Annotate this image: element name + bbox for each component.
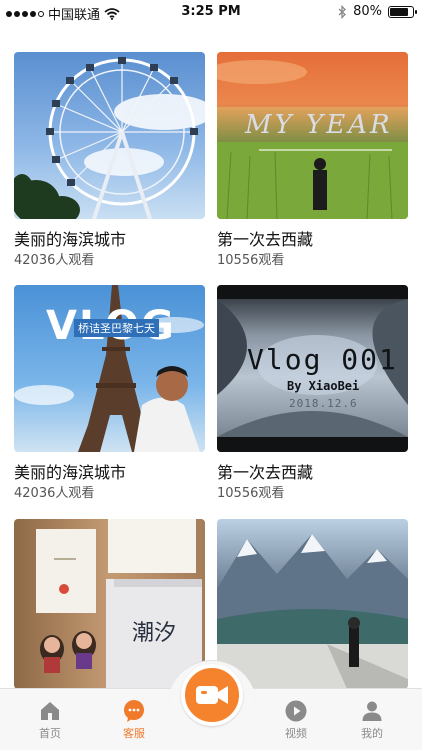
eiffel-tower-thumbnail[interactable]: VLOG 桥诘圣巴黎七天 [14, 285, 205, 452]
record-video-button[interactable] [181, 664, 243, 726]
video-title[interactable]: 第一次去西藏 [217, 230, 408, 250]
thumbnail-overlay-text: MY YEAR [245, 110, 393, 140]
tab-label: 视频 [285, 727, 307, 740]
status-bar: 中国联通 3:25 PM 80% [0, 0, 422, 24]
thumbnail-overlay-byline: By XiaoBei [287, 379, 360, 393]
video-card[interactable]: VLOG 桥诘圣巴黎七天 美丽的海滨城市 42036人观看 [14, 285, 205, 502]
tab-label: 我的 [361, 727, 383, 740]
snow-mountain-thumbnail[interactable] [217, 519, 408, 689]
view-count: 10556观看 [217, 486, 285, 501]
stationery-thumbnail[interactable]: 潮汐 [14, 519, 205, 689]
view-count: 42036人观看 [14, 253, 95, 268]
video-card[interactable]: 潮汐 [14, 519, 205, 689]
ferris-wheel-thumbnail[interactable] [14, 52, 205, 219]
home-icon [41, 702, 59, 720]
battery-percent: 80% [353, 4, 382, 19]
tab-customer-service[interactable]: 客服 [92, 689, 176, 751]
view-count: 42036人观看 [14, 486, 95, 501]
video-title[interactable]: 美丽的海滨城市 [14, 230, 205, 250]
play-icon [285, 700, 307, 722]
video-camera-icon [196, 686, 228, 704]
tab-profile[interactable]: 我的 [330, 689, 414, 751]
tab-videos[interactable]: 视频 [254, 689, 338, 751]
video-title[interactable]: 第一次去西藏 [217, 463, 408, 483]
chat-icon [124, 700, 144, 722]
video-card[interactable]: 美丽的海滨城市 42036人观看 [14, 52, 205, 269]
vlog-001-thumbnail[interactable]: Vlog 001 By XiaoBei 2018.12.6 [217, 285, 408, 452]
thumbnail-overlay-date: 2018.12.6 [289, 397, 358, 410]
tab-home[interactable]: 首页 [8, 689, 92, 751]
tab-label: 客服 [123, 727, 145, 740]
bluetooth-icon [338, 4, 347, 19]
video-card[interactable] [217, 519, 408, 689]
thumbnail-overlay-text: 潮汐 [132, 621, 177, 646]
person-icon [362, 701, 382, 721]
status-right: 80% [337, 4, 417, 19]
battery-icon [388, 5, 417, 18]
thumbnail-overlay-subtitle: 桥诘圣巴黎七天 [74, 319, 159, 337]
thumbnail-overlay-text: Vlog 001 [247, 343, 398, 376]
video-title[interactable]: 美丽的海滨城市 [14, 463, 205, 483]
my-year-thumbnail[interactable]: MY YEAR [217, 52, 408, 219]
video-card[interactable]: Vlog 001 By XiaoBei 2018.12.6 第一次去西藏 105… [217, 285, 408, 502]
tab-label: 首页 [39, 727, 61, 740]
view-count: 10556观看 [217, 253, 285, 268]
video-card[interactable]: MY YEAR 第一次去西藏 10556观看 [217, 52, 408, 269]
